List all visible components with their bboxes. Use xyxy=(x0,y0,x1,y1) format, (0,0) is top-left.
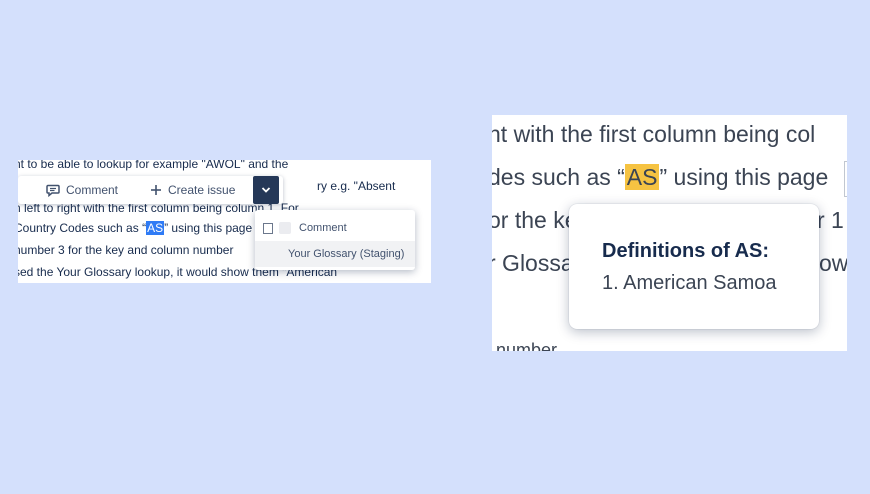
doc-text-line: or the ke xyxy=(492,207,578,233)
toolbar-edge xyxy=(844,161,847,197)
actions-dropdown-menu: Comment Your Glossary (Staging) xyxy=(255,210,415,270)
more-actions-dropdown-button[interactable] xyxy=(253,176,279,204)
glossary-definition-tooltip: Definitions of AS: 1. American Samoa xyxy=(569,204,819,329)
doc-text: des such as “ xyxy=(492,164,625,190)
comment-button[interactable]: Comment xyxy=(38,176,126,204)
comment-label: Comment xyxy=(66,183,119,197)
menu-item-label: Your Glossary (Staging) xyxy=(288,248,405,260)
doc-text-line: ry e.g. "Absent xyxy=(317,179,396,193)
doc-text-line: r 1 xyxy=(817,207,844,233)
tooltip-title: Definitions of AS: xyxy=(602,240,770,262)
menu-item-comment[interactable]: Comment xyxy=(255,215,415,241)
create-issue-button[interactable]: Create issue xyxy=(142,176,243,204)
menu-item-label: Comment xyxy=(299,222,347,234)
checkbox-icon xyxy=(263,222,273,234)
doc-text-line: ow xyxy=(819,250,847,276)
doc-text-line: number xyxy=(496,340,558,351)
doc-text-line: nt to be able to lookup for example "AWO… xyxy=(18,160,289,171)
selected-text[interactable]: AS xyxy=(146,221,165,235)
selection-toolbar: Comment Create issue xyxy=(18,176,283,204)
doc-text-line: Country Codes such as “AS” using this pa… xyxy=(18,220,252,236)
plus-icon xyxy=(151,185,162,195)
tooltip-definition: 1. American Samoa xyxy=(602,272,777,294)
doc-text: ” using this page xyxy=(659,164,829,190)
document-page-left: nt to be able to lookup for example "AWO… xyxy=(18,160,431,283)
doc-text-line: r Glossa xyxy=(492,250,574,276)
doc-text-line: number 3 for the key and column number xyxy=(18,243,234,257)
menu-item-your-glossary[interactable]: Your Glossary (Staging) xyxy=(255,241,415,267)
doc-text-line: des such as “AS” using this page xyxy=(492,162,828,192)
doc-text: ” using this page xyxy=(164,221,253,235)
chevron-down-icon xyxy=(261,187,271,193)
comment-icon xyxy=(46,184,60,197)
highlighted-term[interactable]: AS xyxy=(624,164,660,190)
create-issue-label: Create issue xyxy=(168,183,236,197)
zoomed-view-right: nt with the first column being col des s… xyxy=(492,115,847,351)
comment-icon xyxy=(279,222,291,234)
doc-text-line: nt with the first column being col xyxy=(492,121,816,147)
doc-text: Country Codes such as “ xyxy=(18,221,147,235)
